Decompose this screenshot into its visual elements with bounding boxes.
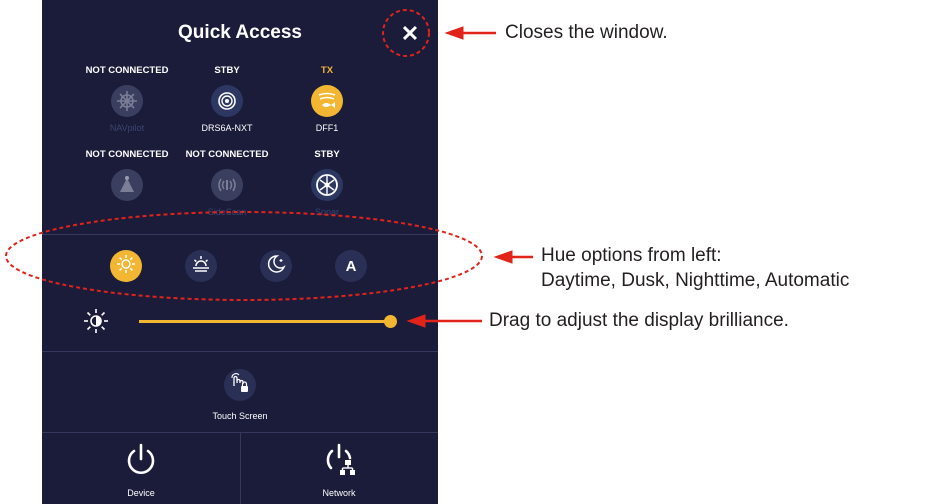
close-arrowhead (444, 26, 464, 40)
close-callout-circle (382, 9, 430, 57)
hue-annotation-line2: Daytime, Dusk, Nighttime, Automatic (541, 270, 850, 291)
callout-arrows (406, 26, 533, 328)
brilliance-arrowhead (406, 314, 426, 328)
close-annotation: Closes the window. (505, 22, 668, 43)
callout-overlay (5, 9, 533, 328)
hue-annotation-line1: Hue options from left: (541, 245, 722, 266)
hue-callout-ellipse (5, 211, 483, 301)
hue-arrowhead (493, 250, 513, 264)
brilliance-annotation: Drag to adjust the display brilliance. (489, 310, 789, 331)
